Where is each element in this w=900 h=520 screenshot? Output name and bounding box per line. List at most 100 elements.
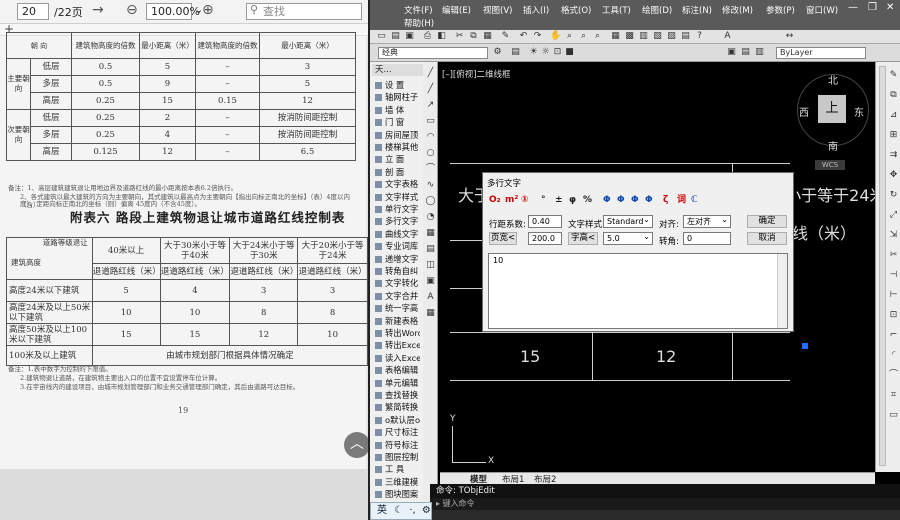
text-area-scrollbar[interactable]: [777, 254, 787, 328]
draw-tool-icon[interactable]: ↗: [425, 100, 436, 111]
close-icon[interactable]: ✕: [886, 2, 894, 13]
text-style-icon[interactable]: A: [722, 31, 733, 42]
sun-icon[interactable]: ☼: [540, 47, 551, 58]
next-page-icon[interactable]: →: [92, 2, 104, 18]
sheet-set-icon[interactable]: ▧: [652, 31, 663, 42]
palette-item[interactable]: 三维建模: [374, 476, 420, 488]
drawing-text[interactable]: 12: [656, 347, 676, 366]
drawing-text[interactable]: 15: [520, 347, 540, 366]
zoom-previous-icon[interactable]: ⌕: [592, 31, 603, 42]
palette-item[interactable]: 转角自纠: [374, 265, 420, 277]
symbol-insert-icon[interactable]: ℂ: [691, 194, 698, 206]
calculator-icon[interactable]: ▤: [680, 31, 691, 42]
page-width-button[interactable]: 页宽<: [489, 232, 517, 245]
symbol-insert-icon[interactable]: °: [541, 194, 546, 206]
palette-item[interactable]: 墙 体: [374, 104, 420, 116]
page-number-input[interactable]: 20: [17, 3, 49, 20]
draw-tool-icon[interactable]: ∿: [425, 180, 436, 191]
cancel-button[interactable]: 取消: [747, 232, 787, 245]
menu-draw[interactable]: 绘图(D): [642, 4, 672, 16]
draw-tool-icon[interactable]: ▦: [425, 228, 436, 239]
draw-tool-icon[interactable]: A: [425, 292, 436, 303]
palette-item[interactable]: 立 面: [374, 153, 420, 165]
match-properties-icon[interactable]: ✎: [500, 31, 511, 42]
draw-tool-icon[interactable]: ▣: [425, 276, 436, 287]
compass-west[interactable]: 西: [799, 104, 809, 119]
modify-tool-icon[interactable]: ✂: [888, 250, 899, 261]
line-spacing-input[interactable]: 0.40: [528, 215, 562, 228]
settings-gear-icon[interactable]: ⚙: [422, 505, 431, 516]
modify-tool-icon[interactable]: ✎: [888, 70, 899, 81]
rotation-input[interactable]: 0: [683, 232, 731, 245]
palette-item[interactable]: 轴网柱子: [374, 91, 420, 103]
menu-insert[interactable]: 插入(I): [523, 4, 549, 16]
menu-format[interactable]: 格式(O): [561, 4, 591, 16]
palette-item[interactable]: 门 窗: [374, 116, 420, 128]
paste-icon[interactable]: ▦: [482, 31, 493, 42]
palette-item[interactable]: 专业词库: [374, 240, 420, 252]
symbol-insert-icon[interactable]: Φ: [617, 194, 625, 206]
pan-icon[interactable]: ✋: [550, 31, 561, 42]
symbol-insert-icon[interactable]: ζ: [663, 194, 668, 206]
menu-file[interactable]: 文件(F): [404, 4, 433, 16]
palette-item[interactable]: 文字转化: [374, 277, 420, 289]
palette-item[interactable]: 尺寸标注: [374, 426, 420, 438]
modify-tool-icon[interactable]: ⊢: [888, 290, 899, 301]
modify-tool-icon[interactable]: ⊞: [888, 130, 899, 141]
palette-item[interactable]: 多行文字: [374, 215, 420, 227]
palette-item[interactable]: 工 具: [374, 463, 420, 475]
menu-help[interactable]: 帮助(H): [404, 17, 434, 29]
new-file-icon[interactable]: ▭: [376, 31, 387, 42]
symbol-insert-icon[interactable]: ①: [521, 194, 529, 206]
make-current-icon[interactable]: ▣: [726, 47, 737, 58]
palette-item[interactable]: 楼梯其他: [374, 141, 420, 153]
palette-item[interactable]: 读入Excel: [374, 352, 420, 364]
command-input[interactable]: ▸ 键入命令: [430, 498, 900, 510]
palette-item[interactable]: o默认层o: [374, 414, 420, 426]
palette-item[interactable]: 单元编辑: [374, 377, 420, 389]
modify-tool-icon[interactable]: ⊿: [888, 110, 899, 121]
symbol-insert-icon[interactable]: Φ: [645, 194, 653, 206]
layer-previous-icon[interactable]: ▤: [740, 47, 751, 58]
lightbulb-icon[interactable]: ☀: [528, 47, 539, 58]
search-input[interactable]: 查找: [246, 3, 362, 20]
modify-tool-icon[interactable]: ⌗: [888, 390, 899, 401]
modify-tool-icon[interactable]: ⊡: [888, 310, 899, 321]
punctuation-icon[interactable]: ·,: [409, 505, 415, 516]
palette-item[interactable]: 繁简转换: [374, 401, 420, 413]
menu-view[interactable]: 视图(V): [483, 4, 512, 16]
zoom-realtime-icon[interactable]: ⌕: [564, 31, 575, 42]
symbol-insert-icon[interactable]: Φ: [631, 194, 639, 206]
modify-tool-icon[interactable]: ⧉: [888, 90, 899, 101]
color-combo[interactable]: ByLayer: [776, 47, 866, 59]
palette-item[interactable]: 统一字高: [374, 302, 420, 314]
dim-style-icon[interactable]: ↔: [784, 31, 795, 42]
palette-item[interactable]: 设 置: [374, 79, 420, 91]
restore-icon[interactable]: ❐: [868, 2, 877, 13]
markup-icon[interactable]: ▨: [666, 31, 677, 42]
modify-tool-icon[interactable]: ▭: [888, 410, 899, 421]
palette-item[interactable]: 图层控制: [374, 451, 420, 463]
zoom-out-icon[interactable]: ⊖: [126, 2, 138, 18]
palette-item[interactable]: 文字合并: [374, 290, 420, 302]
draw-tool-icon[interactable]: ▦: [425, 308, 436, 319]
draw-tool-icon[interactable]: ◠: [425, 132, 436, 143]
modify-tool-icon[interactable]: ⊣: [888, 270, 899, 281]
modify-tool-icon[interactable]: ◜: [888, 350, 899, 361]
scroll-to-top-icon[interactable]: ︿: [344, 432, 368, 458]
align-select[interactable]: 左对齐: [683, 214, 731, 228]
modify-tool-icon[interactable]: ⌐: [888, 330, 899, 341]
palette-item[interactable]: 曲线文字: [374, 228, 420, 240]
palette-item[interactable]: 剖 面: [374, 166, 420, 178]
menu-window[interactable]: 窗口(W): [806, 4, 838, 16]
text-style-select[interactable]: Standard: [603, 214, 653, 228]
modify-tool-icon[interactable]: ⤢: [888, 210, 899, 221]
symbol-insert-icon[interactable]: O₂: [489, 194, 501, 206]
menu-dimension[interactable]: 标注(N): [682, 4, 712, 16]
minimize-icon[interactable]: —: [848, 2, 858, 13]
preview-icon[interactable]: ◧: [436, 31, 447, 42]
menu-tools[interactable]: 工具(T): [602, 4, 631, 16]
draw-tool-icon[interactable]: ◔: [425, 212, 436, 223]
wcs-menu[interactable]: WCS: [815, 160, 845, 170]
symbol-insert-icon[interactable]: m²: [505, 194, 518, 206]
